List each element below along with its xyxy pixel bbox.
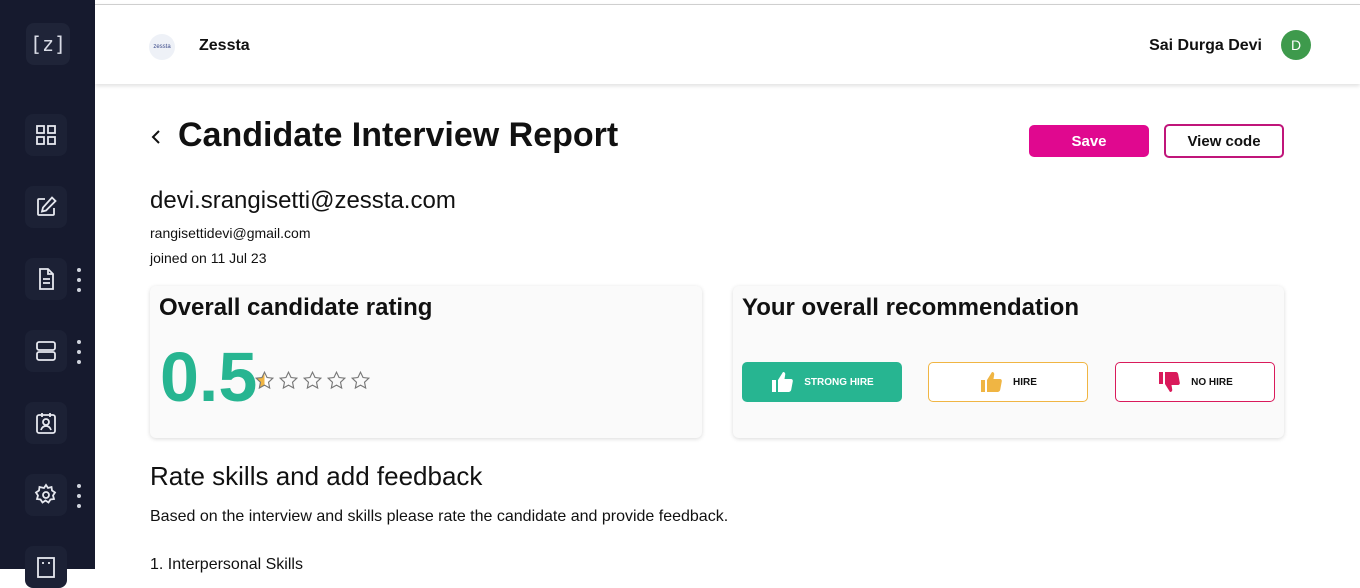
more-options-icon[interactable]: [73, 268, 85, 292]
settings-user-icon[interactable]: [25, 474, 67, 516]
more-options-icon[interactable]: [73, 484, 85, 508]
sidebar: [z]: [0, 0, 95, 588]
skills-section-description: Based on the interview and skills please…: [150, 508, 729, 525]
star-icon[interactable]: [278, 370, 299, 391]
candidate-joined-date: joined on 11 Jul 23: [150, 250, 267, 266]
org-name: Zessta: [199, 37, 250, 54]
building-icon[interactable]: [25, 546, 67, 588]
view-code-button[interactable]: View code: [1164, 124, 1284, 158]
dashboard-grid-icon[interactable]: [25, 114, 67, 156]
page-title: Candidate Interview Report: [178, 116, 619, 154]
star-rating[interactable]: [254, 370, 371, 391]
overall-rating-title: Overall candidate rating: [159, 294, 433, 321]
skills-section-title: Rate skills and add feedback: [150, 461, 483, 491]
no-hire-label: NO HIRE: [1191, 376, 1233, 388]
overall-rating-card: Overall candidate rating 0.5: [150, 286, 702, 438]
more-options-icon[interactable]: [73, 340, 85, 364]
recommendation-card: Your overall recommendation STRONG HIRE …: [733, 286, 1284, 438]
hire-button[interactable]: HIRE: [928, 362, 1088, 402]
back-arrow-icon[interactable]: [149, 127, 163, 147]
thumbs-up-icon: [772, 372, 794, 392]
user-name[interactable]: Sai Durga Devi: [1149, 37, 1262, 55]
edit-icon[interactable]: [25, 186, 67, 228]
recommendation-title: Your overall recommendation: [742, 294, 1079, 321]
skill-item: 1. Interpersonal Skills: [150, 556, 303, 573]
document-icon[interactable]: [25, 258, 67, 300]
strong-hire-button[interactable]: STRONG HIRE: [742, 362, 902, 402]
strong-hire-label: STRONG HIRE: [804, 376, 874, 388]
save-button[interactable]: Save: [1029, 125, 1149, 157]
calendar-profile-icon[interactable]: [25, 402, 67, 444]
star-icon[interactable]: [326, 370, 347, 391]
thumbs-up-icon: [981, 372, 1002, 392]
org-logo: zessta: [149, 34, 175, 60]
star-icon[interactable]: [350, 370, 371, 391]
hire-label: HIRE: [1013, 376, 1037, 388]
star-icon[interactable]: [254, 370, 275, 391]
server-icon[interactable]: [25, 330, 67, 372]
star-icon[interactable]: [302, 370, 323, 391]
thumbs-down-icon: [1159, 372, 1180, 392]
no-hire-button[interactable]: NO HIRE: [1115, 362, 1275, 402]
top-bar: zessta Zessta Sai Durga Devi D: [95, 4, 1360, 84]
app-logo[interactable]: [z]: [26, 23, 70, 65]
candidate-alt-email: rangisettidevi@gmail.com: [150, 225, 311, 241]
avatar[interactable]: D: [1281, 30, 1311, 60]
rating-value: 0.5: [160, 338, 258, 416]
candidate-email: devi.srangisetti@zessta.com: [150, 187, 456, 214]
